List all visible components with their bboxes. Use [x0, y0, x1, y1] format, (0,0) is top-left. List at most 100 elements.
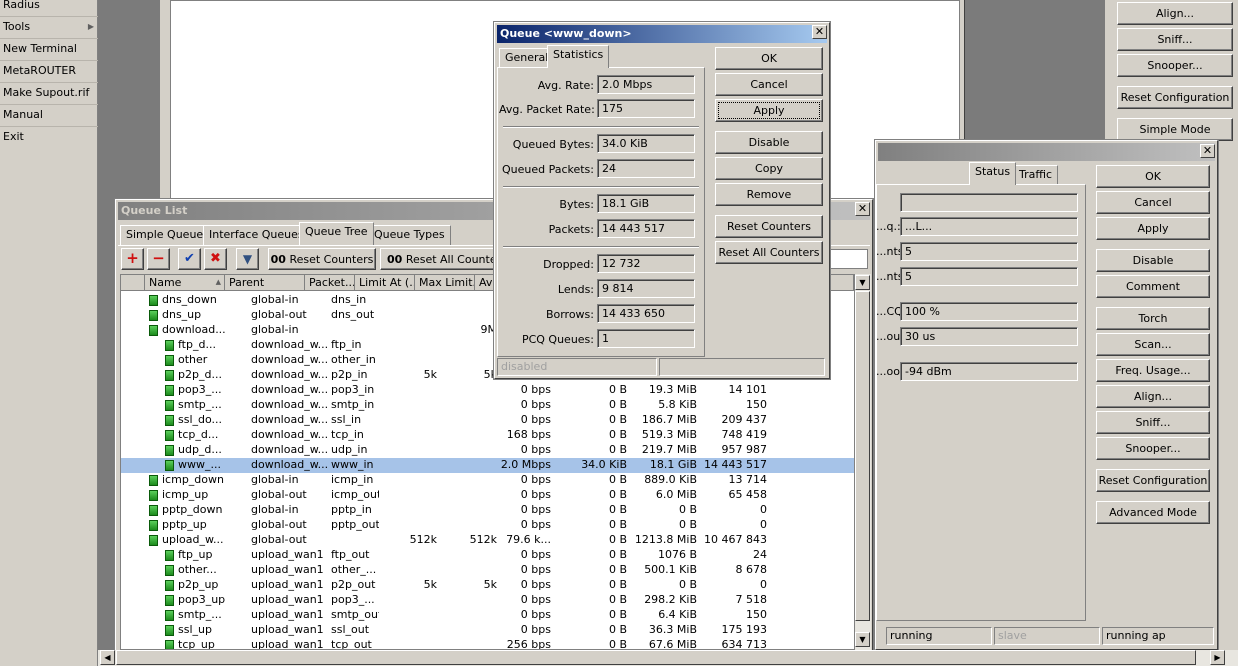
wireless-label-2: ...nts:: [876, 270, 908, 283]
table-row[interactable]: udp_d... download_w... udp_in 0 bps 0 B 219.7…: [121, 443, 854, 458]
cell-max-limit: 5k: [483, 368, 497, 381]
reset-configuration-button-bg[interactable]: Reset Configuration: [1117, 86, 1233, 109]
menu-item-tools[interactable]: Tools ▶: [0, 17, 98, 39]
dialog-reset-counters-button[interactable]: Reset Counters: [715, 215, 823, 238]
wireless-disable-button[interactable]: Disable: [1096, 249, 1210, 272]
queue-dialog-close-icon[interactable]: ✕: [812, 25, 827, 39]
table-row[interactable]: smtp_... download_w... smtp_in 0 bps 0 B 5.8 …: [121, 398, 854, 413]
cell-parent: upload_wan1: [251, 638, 324, 650]
table-row[interactable]: pptp_up global-out pptp_out 0 bps 0 B 0 B 0: [121, 518, 854, 533]
wireless-ok-button[interactable]: OK: [1096, 165, 1210, 188]
column-header-parent[interactable]: Parent: [225, 275, 305, 291]
cell-packet: pptp_out: [331, 518, 379, 531]
table-row[interactable]: tcp_d... download_w... tcp_in 168 bps 0 B 519…: [121, 428, 854, 443]
table-row[interactable]: icmp_up global-out icmp_out 0 bps 0 B 6.0 MiB…: [121, 488, 854, 503]
queue-list-close-icon[interactable]: ✕: [855, 202, 870, 216]
cell-packets: 65 458: [728, 488, 768, 501]
dialog-remove-button[interactable]: Remove: [715, 183, 823, 206]
table-row[interactable]: icmp_down global-in icmp_in 0 bps 0 B 889.0 K…: [121, 473, 854, 488]
wireless-cancel-button[interactable]: Cancel: [1096, 191, 1210, 214]
dialog-reset-all-counters-button[interactable]: Reset All Counters: [715, 241, 823, 264]
column-header-flag[interactable]: [121, 275, 145, 291]
scroll-left-icon[interactable]: ◀: [100, 650, 115, 665]
table-row[interactable]: other... upload_wan1 other_... 0 bps 0 B 500.…: [121, 563, 854, 578]
tab-statistics[interactable]: Statistics: [547, 45, 610, 68]
table-row[interactable]: pop3_up upload_wan1 pop3_... 0 bps 0 B 298.2 …: [121, 593, 854, 608]
wireless-label-4: ...out:: [876, 330, 909, 343]
menu-item-manual[interactable]: Manual: [0, 105, 98, 127]
tab-queue-types[interactable]: Queue Types: [368, 225, 451, 245]
cell-max-limit: [441, 458, 497, 473]
queue-icon: [149, 520, 158, 531]
filter-icon[interactable]: ▼: [236, 248, 259, 270]
cell-name: pop3_up: [178, 593, 226, 606]
table-row[interactable]: ssl_do... download_w... ssl_in 0 bps 0 B 186.…: [121, 413, 854, 428]
table-row[interactable]: ssl_up upload_wan1 ssl_out 0 bps 0 B 36.3 MiB…: [121, 623, 854, 638]
queue-icon: [149, 475, 158, 486]
table-row[interactable]: smtp_... upload_wan1 smtp_out 0 bps 0 B 6.4 K…: [121, 608, 854, 623]
avg-rate-field: 2.0 Mbps: [597, 75, 695, 94]
dialog-disable-button[interactable]: Disable: [715, 131, 823, 154]
main-hscroll[interactable]: ◀ ▶: [98, 650, 1238, 666]
menu-item-make-supout[interactable]: Make Supout.rif: [0, 83, 98, 105]
enable-icon[interactable]: ✔: [178, 248, 201, 270]
table-row[interactable]: p2p_up upload_wan1 p2p_out 5k 5k 0 bps 0 B 0 B 0: [121, 578, 854, 593]
scroll-up-icon-bottom[interactable]: ▼: [855, 632, 870, 647]
sniff-button-bg[interactable]: Sniff...: [1117, 28, 1233, 51]
dialog-cancel-button[interactable]: Cancel: [715, 73, 823, 96]
table-row[interactable]: www_... download_w... www_in 2.0 Mbps 34.0 K…: [121, 458, 854, 473]
column-header-packet-marks[interactable]: Packet...: [305, 275, 355, 291]
align-button-bg[interactable]: Align...: [1117, 2, 1233, 25]
scroll-right-icon[interactable]: ▶: [1210, 650, 1225, 665]
vscroll-thumb[interactable]: [855, 291, 870, 621]
scroll-down-icon[interactable]: ▼: [855, 275, 870, 290]
menu-item-new-terminal[interactable]: New Terminal: [0, 39, 98, 61]
simple-mode-button[interactable]: Simple Mode: [1117, 118, 1233, 141]
sniff-button[interactable]: Sniff...: [1096, 411, 1210, 434]
tab-traffic[interactable]: Traffic: [1013, 165, 1059, 185]
cell-max-limit: [441, 398, 497, 413]
queue-grid-vscroll[interactable]: ▼ ▼: [855, 274, 871, 650]
wireless-apply-button[interactable]: Apply: [1096, 217, 1210, 240]
table-row[interactable]: ftp_up upload_wan1 ftp_out 0 bps 0 B 1076 B 24: [121, 548, 854, 563]
snooper-button[interactable]: Snooper...: [1096, 437, 1210, 460]
freq-usage-button[interactable]: Freq. Usage...: [1096, 359, 1210, 382]
table-row[interactable]: pptp_down global-in pptp_in 0 bps 0 B 0 B 0: [121, 503, 854, 518]
scan-button[interactable]: Scan...: [1096, 333, 1210, 356]
dialog-copy-button[interactable]: Copy: [715, 157, 823, 180]
cell-parent: download_w...: [251, 353, 329, 366]
advanced-mode-button[interactable]: Advanced Mode: [1096, 501, 1210, 524]
torch-button[interactable]: Torch: [1096, 307, 1210, 330]
column-header-max-limit[interactable]: Max Limit...: [415, 275, 475, 291]
snooper-button-bg[interactable]: Snooper...: [1117, 54, 1233, 77]
table-row[interactable]: tcp_up upload_wan1 tcp_out 256 bps 0 B 67.6 M…: [121, 638, 854, 650]
wireless-comment-button[interactable]: Comment: [1096, 275, 1210, 298]
tab-simple-queues[interactable]: Simple Queues: [120, 225, 215, 245]
wireless-close-icon[interactable]: ✕: [1200, 144, 1215, 158]
tab-status[interactable]: Status: [969, 162, 1017, 185]
queue-icon: [165, 385, 174, 396]
table-row[interactable]: upload_w... global-out 512k 512k 79.6 k... 0 …: [121, 533, 854, 548]
disable-icon[interactable]: ✖: [204, 248, 227, 270]
table-row[interactable]: pop3_... download_w... pop3_in 0 bps 0 B 19.3…: [121, 383, 854, 398]
remove-icon[interactable]: −: [147, 248, 170, 270]
tab-interface-queues[interactable]: Interface Queues: [203, 225, 310, 245]
cell-parent: download_w...: [251, 338, 329, 351]
cell-max-limit: 512k: [469, 533, 497, 546]
reset-all-counters-button[interactable]: 00 Reset All Counters: [380, 248, 504, 270]
menu-item-radius[interactable]: Radius: [0, 0, 98, 17]
dialog-apply-button[interactable]: Apply: [715, 99, 823, 122]
align-button[interactable]: Align...: [1096, 385, 1210, 408]
menu-item-exit[interactable]: Exit: [0, 127, 98, 149]
dialog-ok-button[interactable]: OK: [715, 47, 823, 70]
tab-queue-tree[interactable]: Queue Tree: [299, 222, 374, 245]
add-icon[interactable]: +: [121, 248, 144, 270]
menu-item-metarouter[interactable]: MetaROUTER: [0, 61, 98, 83]
reset-counters-button[interactable]: 00 Reset Counters: [268, 248, 376, 270]
queue-icon: [165, 580, 174, 591]
reset-configuration-button[interactable]: Reset Configuration: [1096, 469, 1210, 492]
column-header-limit-at[interactable]: Limit At (...: [355, 275, 415, 291]
bytes-field: 18.1 GiB: [597, 194, 695, 213]
column-header-name[interactable]: Name ▲: [145, 275, 225, 291]
hscroll-thumb[interactable]: [116, 650, 1196, 665]
